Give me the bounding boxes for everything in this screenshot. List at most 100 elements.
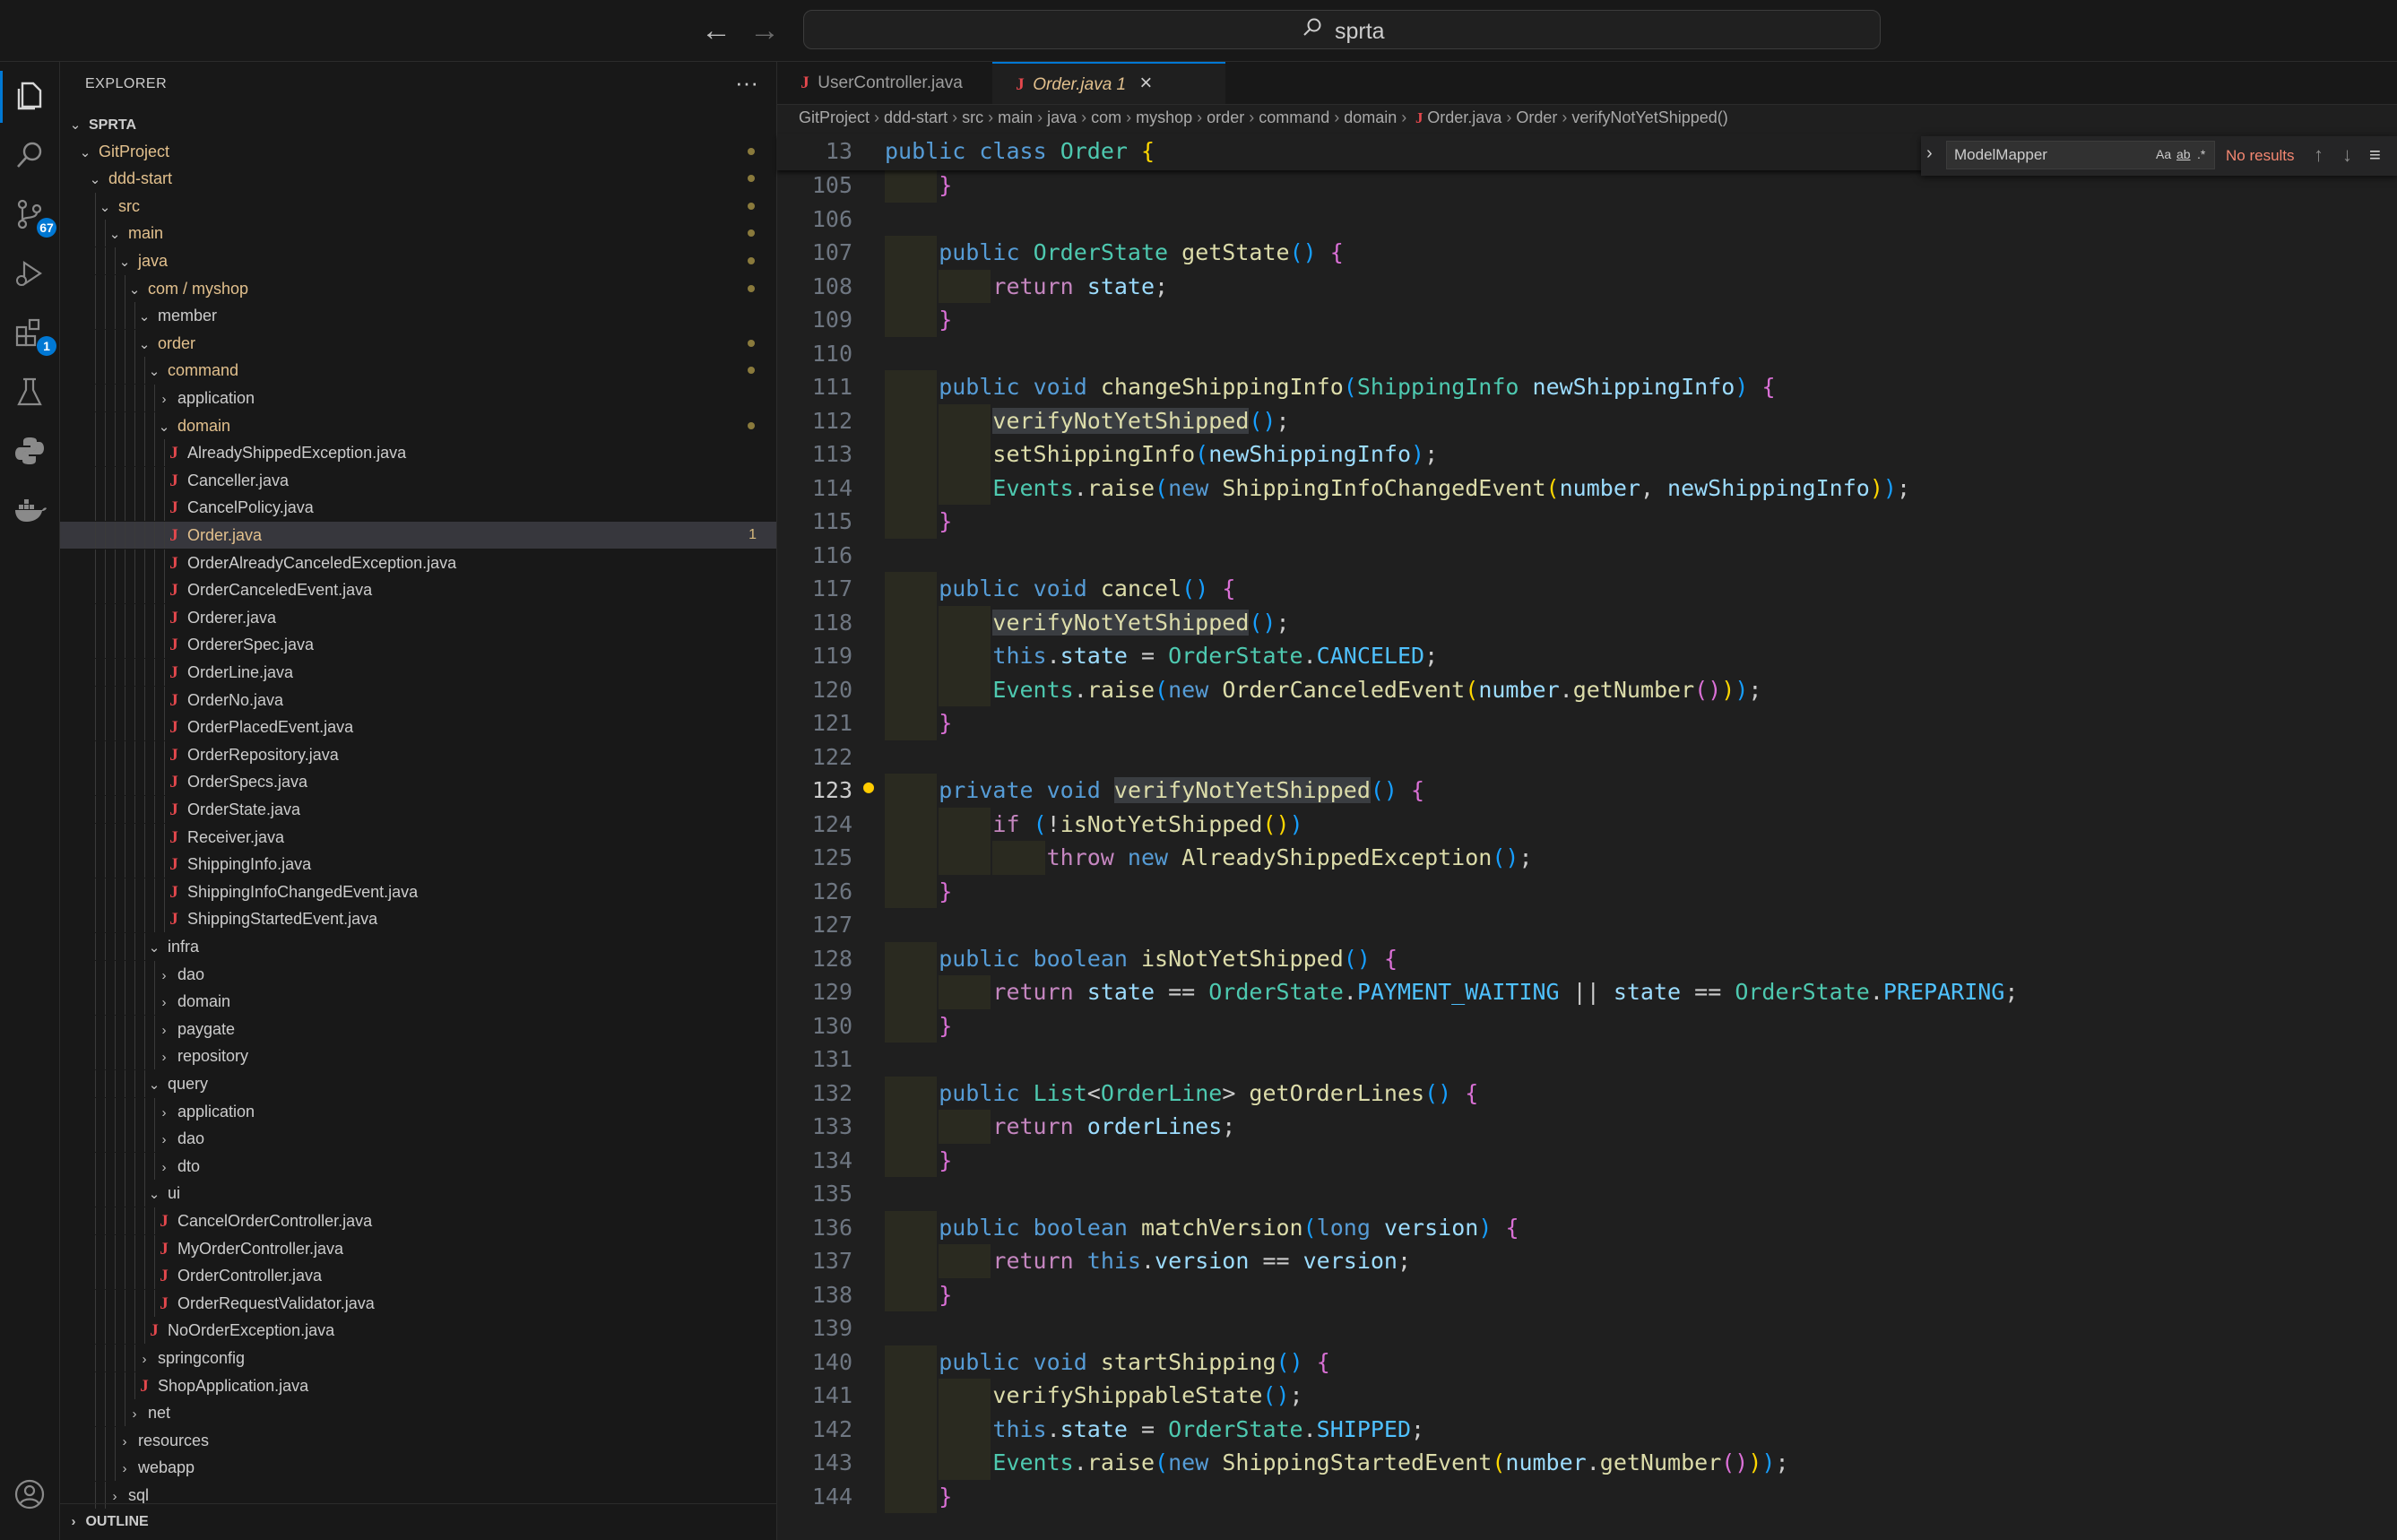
regex-icon[interactable]: .* [2197, 147, 2205, 161]
tree-file[interactable]: J AlreadyShippedException.java [60, 439, 776, 467]
tree-file[interactable]: J ShippingInfoChangedEvent.java [60, 878, 776, 905]
toggle-replace-icon[interactable]: › [1926, 143, 1933, 164]
tree-file[interactable]: J ShopApplication.java [60, 1371, 776, 1399]
search-icon[interactable] [12, 137, 48, 173]
tree-folder[interactable]: ⌄ order [60, 329, 776, 357]
tab-order-java[interactable]: J Order.java 1 × [992, 62, 1225, 104]
tree-file[interactable]: J OrderState.java [60, 796, 776, 823]
tree-folder[interactable]: › resources [60, 1426, 776, 1454]
explorer-icon[interactable] [12, 78, 48, 114]
tree-file[interactable]: J Receiver.java [60, 823, 776, 852]
tree-file[interactable]: J OrderRequestValidator.java [60, 1289, 776, 1317]
indent-guide [154, 1125, 155, 1153]
tree-folder[interactable]: ⌄ SPRTA [60, 110, 776, 137]
extensions-icon[interactable]: 1 [12, 315, 56, 356]
breadcrumb-item[interactable]: ddd-start [884, 108, 948, 126]
tree-folder[interactable]: › application [60, 1097, 776, 1125]
breadcrumb-item[interactable]: domain [1344, 108, 1397, 126]
tree-folder[interactable]: › repository [60, 1043, 776, 1070]
tree-folder[interactable]: ⌄ GitProject [60, 138, 776, 165]
breadcrumb-item[interactable]: myshop [1136, 108, 1192, 126]
tree-file[interactable]: J MyOrderController.java [60, 1234, 776, 1262]
tree-file[interactable]: J OrderCanceledEvent.java [60, 576, 776, 604]
breadcrumb-item[interactable]: com [1091, 108, 1121, 126]
tree-item-content: J Receiver.java [166, 824, 284, 852]
indent-guide [115, 522, 116, 549]
indent-guide [95, 220, 96, 247]
close-icon[interactable]: × [1139, 71, 1152, 95]
breadcrumb-item[interactable]: command [1259, 108, 1329, 126]
tree-file[interactable]: J OrderNo.java [60, 686, 776, 714]
tree-file[interactable]: J ShippingStartedEvent.java [60, 905, 776, 933]
tree-file[interactable]: J Canceller.java [60, 466, 776, 494]
breadcrumb-item[interactable]: verifyNotYetShipped() [1571, 108, 1727, 126]
tree-file[interactable]: J OrderLine.java [60, 659, 776, 686]
tree-folder[interactable]: › paygate [60, 1015, 776, 1043]
find-input[interactable]: ModelMapper [1946, 141, 2215, 169]
tree-item-content: ⌄ com / myshop [126, 275, 248, 304]
command-center-search[interactable]: sprta [803, 10, 1881, 49]
tree-file[interactable]: J OrderSpecs.java [60, 768, 776, 796]
previous-match-icon[interactable]: ↑ [2314, 143, 2323, 167]
breadcrumb-item[interactable]: main [998, 108, 1033, 126]
tree-file[interactable]: J CancelPolicy.java [60, 494, 776, 522]
tree-folder[interactable]: ⌄ java [60, 247, 776, 274]
account-icon[interactable] [12, 1476, 48, 1512]
tree-folder[interactable]: ⌄ domain [60, 411, 776, 439]
tree-file[interactable]: J OrdererSpec.java [60, 631, 776, 659]
tree-file[interactable]: J OrderPlacedEvent.java [60, 714, 776, 741]
tree-folder[interactable]: ⌄ infra [60, 933, 776, 960]
tree-folder[interactable]: › domain [60, 988, 776, 1016]
tree-file[interactable]: J CancelOrderController.java [60, 1207, 776, 1234]
tree-file[interactable]: J Orderer.java [60, 603, 776, 631]
match-case-icon[interactable]: Aa [2156, 147, 2171, 161]
code-editor[interactable]: 105} 106 107 public OrderState getState() {… [777, 134, 2397, 1540]
tree-folder[interactable]: ⌄ ui [60, 1180, 776, 1207]
tree-folder[interactable]: › dao [60, 960, 776, 988]
arrow-left-icon[interactable]: ← [701, 13, 731, 48]
tree-folder[interactable]: › dao [60, 1125, 776, 1153]
outline-section[interactable]: › OUTLINE [60, 1503, 776, 1540]
tree-folder[interactable]: › net [60, 1399, 776, 1427]
tree-folder[interactable]: › dto [60, 1152, 776, 1180]
tree-file[interactable]: J OrderRepository.java [60, 740, 776, 768]
sticky-code-line: public class Order { [885, 138, 1155, 164]
breadcrumb-item[interactable]: order [1207, 108, 1244, 126]
tree-file[interactable]: J OrderAlreadyCanceledException.java [60, 549, 776, 576]
tree-file[interactable]: J NoOrderException.java [60, 1317, 776, 1345]
tree-folder[interactable]: ⌄ query [60, 1070, 776, 1097]
find-menu-icon[interactable]: ≡ [2369, 143, 2381, 167]
tree-folder[interactable]: ⌄ src [60, 192, 776, 220]
indent-guide [144, 659, 145, 686]
arrow-right-icon[interactable]: → [749, 13, 780, 48]
tree-file[interactable]: J OrderController.java [60, 1262, 776, 1290]
chevron-right-icon: › [988, 108, 994, 126]
source-control-icon[interactable]: 67 [12, 196, 56, 238]
breadcrumb-item[interactable]: java [1047, 108, 1077, 126]
tree-folder[interactable]: ⌄ ddd-start [60, 165, 776, 192]
next-match-icon[interactable]: ↓ [2342, 143, 2352, 167]
tree-file[interactable]: J Order.java 1 [60, 522, 776, 549]
tree-folder[interactable]: › webapp [60, 1454, 776, 1482]
match-word-icon[interactable]: ab [2176, 147, 2191, 161]
breadcrumb-item[interactable]: src [962, 108, 983, 126]
tree-folder[interactable]: ⌄ member [60, 302, 776, 330]
run-debug-icon[interactable] [12, 255, 48, 291]
more-actions-icon[interactable]: ··· [735, 69, 758, 97]
tree-folder[interactable]: ⌄ com / myshop [60, 274, 776, 304]
tree-item-label: dao [177, 1129, 205, 1148]
testing-icon[interactable] [12, 374, 48, 410]
python-icon[interactable] [12, 433, 48, 469]
breadcrumb-item[interactable]: Order [1516, 108, 1557, 126]
line-number: 116 [811, 541, 852, 568]
lightbulb-icon[interactable]: ● [863, 775, 874, 797]
docker-icon[interactable] [12, 492, 48, 528]
tree-folder[interactable]: ⌄ command [60, 357, 776, 385]
tree-folder[interactable]: ⌄ main [60, 220, 776, 247]
tree-folder[interactable]: › application [60, 385, 776, 411]
breadcrumb-item[interactable]: Order.java [1427, 108, 1501, 126]
tree-file[interactable]: J ShippingInfo.java [60, 851, 776, 878]
tree-folder[interactable]: › springconfig [60, 1345, 776, 1371]
tab-user-controller[interactable]: J UserController.java [777, 62, 992, 104]
breadcrumb-item[interactable]: GitProject [799, 108, 870, 126]
